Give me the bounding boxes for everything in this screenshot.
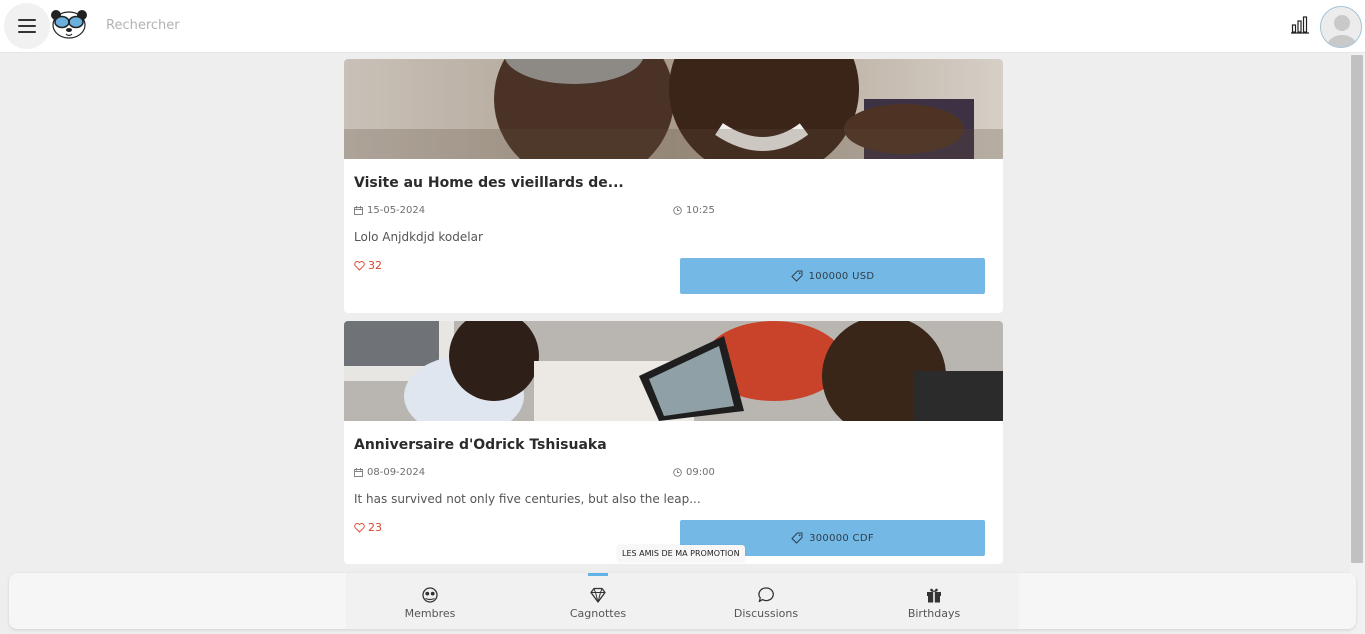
event-card[interactable]: Anniversaire d'Odrick Tshisuaka 08-09-20…: [344, 321, 1003, 564]
event-time-value: 09:00: [686, 467, 715, 478]
contribute-button[interactable]: 100000 USD: [680, 258, 985, 294]
event-date-value: 08-09-2024: [367, 467, 426, 478]
heart-icon: [354, 260, 365, 271]
menu-button[interactable]: [4, 3, 50, 49]
event-description: Lolo Anjdkdjd kodelar: [354, 230, 483, 244]
event-title: Visite au Home des vieillards de...: [354, 175, 624, 191]
event-date: 08-09-2024: [354, 467, 425, 478]
tag-icon: [790, 270, 803, 282]
tag-icon: [791, 532, 803, 544]
like-button[interactable]: 32: [354, 259, 382, 272]
event-date: 15-05-2024: [354, 205, 425, 216]
avatar[interactable]: [1320, 6, 1362, 48]
event-date-value: 15-05-2024: [367, 205, 426, 216]
amount-label: 100000 USD: [808, 270, 875, 282]
user-silhouette-icon: [1321, 7, 1361, 47]
nav-item-cagnottes[interactable]: Cagnottes: [514, 573, 682, 629]
event-time: 10:25: [673, 205, 715, 216]
event-description: It has survived not only five centuries,…: [354, 492, 701, 506]
gift-icon: [927, 588, 941, 603]
bottom-nav: Membres Cagnottes Discussions Birthdays: [346, 573, 1019, 629]
event-photo: [344, 321, 1003, 421]
nav-item-discussions[interactable]: Discussions: [682, 573, 850, 629]
group-tooltip: LES AMIS DE MA PROMOTION: [617, 545, 745, 562]
chat-icon: [758, 587, 774, 603]
event-time: 09:00: [673, 467, 715, 478]
event-photo: [344, 59, 1003, 159]
panda-logo[interactable]: [50, 9, 88, 39]
like-count: 23: [368, 521, 382, 534]
like-button[interactable]: 23: [354, 521, 382, 534]
event-time-value: 10:25: [686, 205, 715, 216]
heart-icon: [354, 522, 365, 533]
nav-item-membres[interactable]: Membres: [346, 573, 514, 629]
nav-label-cagnottes: Cagnottes: [569, 607, 627, 620]
clock-icon: [673, 468, 682, 477]
calendar-icon: [354, 206, 363, 215]
nav-item-birthdays[interactable]: Birthdays: [850, 573, 1018, 629]
diamond-icon: [590, 587, 606, 603]
scrollbar-thumb[interactable]: [1351, 55, 1363, 563]
nav-label-membres: Membres: [404, 607, 456, 620]
event-title: Anniversaire d'Odrick Tshisuaka: [354, 437, 607, 453]
like-count: 32: [368, 259, 382, 272]
hamburger-icon: [18, 19, 36, 33]
clock-icon: [673, 206, 682, 215]
members-icon: [422, 587, 438, 603]
nav-label-birthdays: Birthdays: [907, 607, 961, 620]
amount-label: 300000 CDF: [809, 532, 874, 544]
nav-label-discussions: Discussions: [733, 607, 799, 620]
search-input[interactable]: Rechercher: [106, 18, 180, 33]
stats-icon[interactable]: [1290, 16, 1310, 34]
calendar-icon: [354, 468, 363, 477]
event-card[interactable]: Visite au Home des vieillards de... 15-0…: [344, 59, 1003, 313]
active-tab-indicator: [588, 573, 608, 576]
top-bar: Rechercher: [0, 0, 1365, 53]
